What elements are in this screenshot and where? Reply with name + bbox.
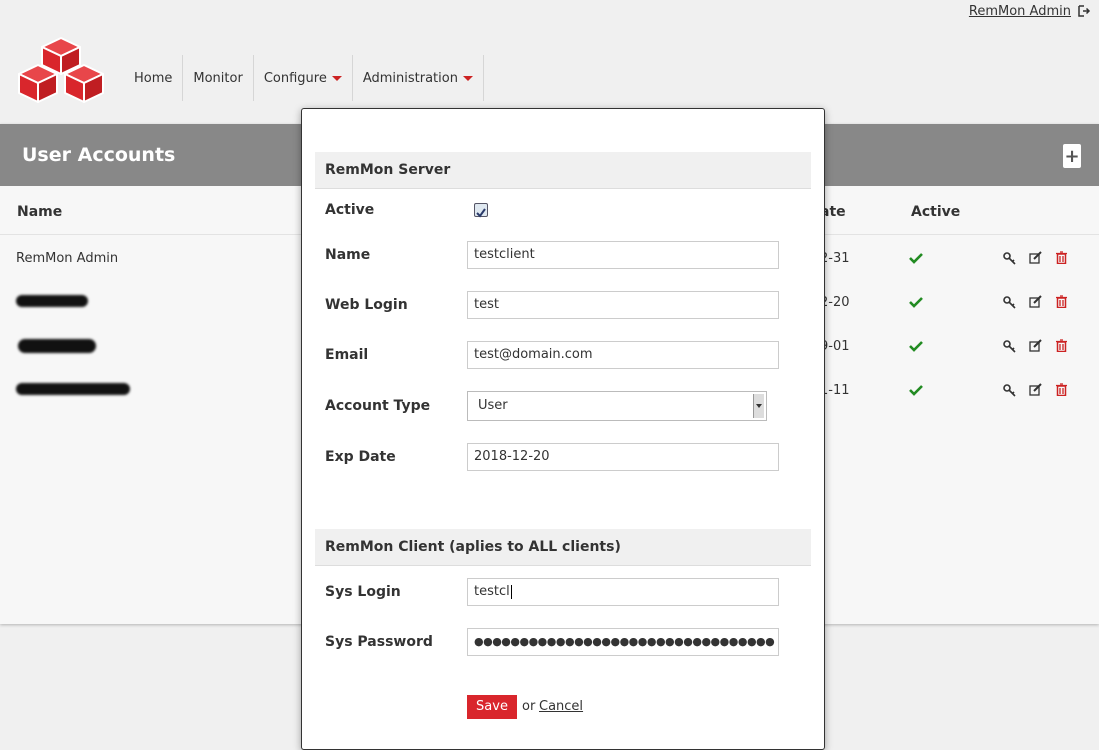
or-text: or	[522, 699, 536, 714]
nav-monitor[interactable]: Monitor	[183, 55, 254, 101]
remmon-logo	[18, 37, 104, 103]
user-menu-link[interactable]: RemMon Admin	[969, 4, 1071, 19]
server-section-header: RemMon Server	[315, 152, 811, 189]
trash-icon[interactable]	[1055, 295, 1068, 308]
add-user-button[interactable]: +	[1063, 144, 1081, 168]
redacted-name	[16, 295, 88, 307]
nav-configure-label: Configure	[263, 70, 327, 86]
nav-configure[interactable]: Configure	[254, 55, 353, 101]
nav-administration-label: Administration	[362, 70, 458, 86]
caret-down-icon	[331, 75, 342, 81]
trash-icon[interactable]	[1055, 383, 1068, 396]
name-label: Name	[325, 247, 371, 263]
save-button[interactable]: Save	[467, 695, 517, 719]
syslogin-value: testcl	[474, 584, 510, 599]
key-icon[interactable]	[1003, 340, 1016, 353]
nav-home-label: Home	[134, 70, 173, 86]
key-icon[interactable]	[1003, 384, 1016, 397]
key-icon[interactable]	[1003, 296, 1016, 309]
weblogin-label: Web Login	[325, 297, 408, 313]
weblogin-input[interactable]: test	[467, 291, 779, 319]
syspassword-input[interactable]: ●●●●●●●●●●●●●●●●●●●●●●●●●●●●●●●●●	[467, 628, 779, 656]
redacted-name	[16, 383, 130, 395]
email-input[interactable]: test@domain.com	[467, 341, 779, 369]
page-title: User Accounts	[22, 144, 176, 166]
redacted-name	[18, 339, 96, 353]
active-checkbox[interactable]	[474, 203, 488, 218]
syspassword-label: Sys Password	[325, 634, 433, 650]
account-type-value: User	[478, 398, 508, 413]
text-cursor	[510, 584, 512, 599]
check-icon	[909, 297, 923, 308]
trash-icon[interactable]	[1055, 339, 1068, 352]
edit-icon[interactable]	[1029, 383, 1042, 396]
edit-icon[interactable]	[1029, 295, 1042, 308]
key-icon[interactable]	[1003, 252, 1016, 265]
trash-icon[interactable]	[1055, 251, 1068, 264]
logout-icon[interactable]	[1077, 4, 1091, 18]
name-input[interactable]: testclient	[467, 241, 779, 269]
client-section-header: RemMon Client (aplies to ALL clients)	[315, 529, 811, 566]
check-icon	[909, 341, 923, 352]
active-label: Active	[325, 202, 375, 218]
cancel-link[interactable]: Cancel	[539, 699, 583, 714]
check-icon	[909, 253, 923, 264]
expdate-label: Exp Date	[325, 449, 396, 465]
syslogin-input[interactable]: testcl	[467, 578, 779, 606]
plus-icon: +	[1064, 145, 1080, 167]
check-icon	[909, 385, 923, 396]
col-header-active[interactable]: Active	[911, 204, 960, 220]
edit-icon[interactable]	[1029, 251, 1042, 264]
client-section-title: RemMon Client (aplies to ALL clients)	[325, 539, 621, 555]
account-type-label: Account Type	[325, 398, 431, 414]
email-label: Email	[325, 347, 369, 363]
nav-administration[interactable]: Administration	[353, 55, 484, 101]
row-1-name: RemMon Admin	[16, 251, 119, 266]
main-nav: Home Monitor Configure Administration	[124, 55, 484, 101]
expdate-input[interactable]: 2018-12-20	[467, 443, 779, 471]
col-header-name[interactable]: Name	[17, 204, 62, 220]
edit-icon[interactable]	[1029, 339, 1042, 352]
syslogin-label: Sys Login	[325, 584, 401, 600]
select-arrow-icon[interactable]	[753, 394, 764, 418]
edit-user-modal: RemMon Server Active Name testclient Web…	[301, 108, 825, 750]
caret-down-icon	[462, 75, 473, 81]
account-type-select[interactable]: User	[467, 391, 767, 421]
server-section-title: RemMon Server	[325, 162, 451, 178]
nav-monitor-label: Monitor	[193, 70, 243, 86]
checkbox-check-icon	[476, 208, 486, 218]
nav-home[interactable]: Home	[124, 55, 184, 101]
